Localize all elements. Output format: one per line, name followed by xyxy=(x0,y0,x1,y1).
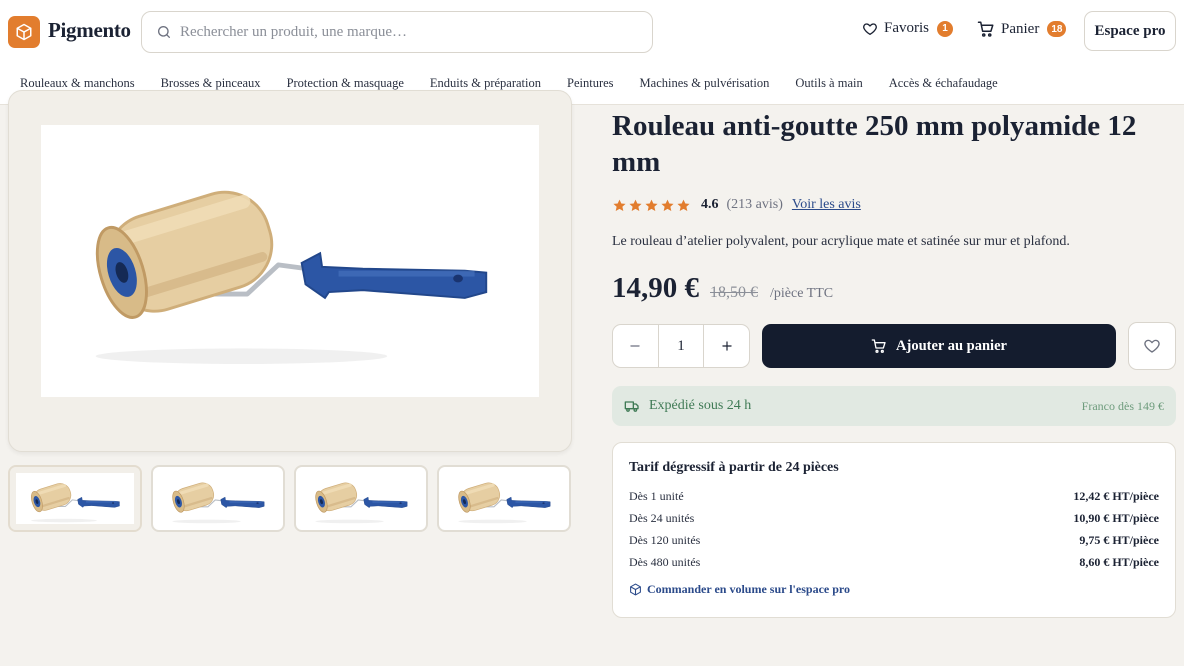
pro-space-button[interactable]: Espace pro xyxy=(1084,11,1176,51)
cart-label: Panier xyxy=(1001,20,1040,37)
current-price: 14,90 € xyxy=(612,272,699,304)
thumbnail-4[interactable] xyxy=(437,465,571,532)
tier-label: Dès 1 unité xyxy=(629,489,684,503)
truck-icon xyxy=(624,398,640,414)
brand-name[interactable]: Pigmento xyxy=(48,18,131,43)
shipping-banner: Expédié sous 24 h Franco dès 149 € xyxy=(612,386,1176,426)
brand-logo[interactable] xyxy=(8,16,40,48)
star-icon xyxy=(628,198,643,213)
favorites-count-badge: 1 xyxy=(937,20,953,37)
increase-quantity-button[interactable] xyxy=(704,325,749,367)
free-shipping-threshold: Franco dès 149 € xyxy=(1081,398,1164,413)
add-to-cart-button[interactable]: Ajouter au panier xyxy=(762,324,1116,368)
minus-icon xyxy=(628,339,642,353)
thumbnail-2[interactable] xyxy=(151,465,285,532)
product-title: Rouleau anti-goutte 250 mm polyamide 12 … xyxy=(612,110,1137,178)
volume-pricing-title: Tarif dégressif à partir de 24 pièces xyxy=(629,460,839,475)
tier-price: 8,60 € HT/pièce xyxy=(1079,555,1159,569)
cart-button[interactable]: Panier 18 xyxy=(977,20,1067,38)
old-price: 18,50 € xyxy=(710,284,758,301)
rating-score: 4.6 xyxy=(701,197,719,212)
tier-price: 12,42 € HT/pièce xyxy=(1073,489,1159,503)
thumbnail-1[interactable] xyxy=(8,465,142,532)
star-icon xyxy=(660,198,675,213)
nav-item-brosses[interactable]: Brosses & pinceaux xyxy=(161,76,261,91)
star-icon xyxy=(612,198,627,213)
rating-stars xyxy=(612,198,692,213)
pro-volume-order-label: Commander en volume sur l'espace pro xyxy=(647,582,850,596)
tier-row: Dès 1 unité 12,42 € HT/pièce xyxy=(629,489,1159,511)
heart-icon xyxy=(862,21,878,37)
box-icon xyxy=(15,23,33,41)
search-icon xyxy=(156,24,172,40)
star-icon xyxy=(676,198,691,213)
nav-item-rouleaux[interactable]: Rouleaux & manchons xyxy=(20,76,135,91)
tier-price: 10,90 € HT/pièce xyxy=(1073,511,1159,525)
tier-row: Dès 120 unités 9,75 € HT/pièce xyxy=(629,533,1159,555)
nav-item-peintures[interactable]: Peintures xyxy=(567,76,614,91)
tier-label: Dès 24 unités xyxy=(629,511,695,525)
cart-icon xyxy=(871,338,887,354)
star-icon xyxy=(644,198,659,213)
plus-icon xyxy=(720,339,734,353)
search-bar[interactable] xyxy=(141,11,653,53)
tier-label: Dès 480 unités xyxy=(629,555,701,569)
quantity-stepper: 1 xyxy=(612,324,750,368)
nav-item-enduits[interactable]: Enduits & préparation xyxy=(430,76,541,91)
favorites-button[interactable]: Favoris 1 xyxy=(862,20,953,37)
tier-row: Dès 480 unités 8,60 € HT/pièce xyxy=(629,555,1159,577)
heart-icon xyxy=(1143,337,1161,355)
nav-item-outils[interactable]: Outils à main xyxy=(795,76,862,91)
tier-row: Dès 24 unités 10,90 € HT/pièce xyxy=(629,511,1159,533)
add-to-cart-label: Ajouter au panier xyxy=(896,337,1007,354)
thumbnail-3[interactable] xyxy=(294,465,428,532)
category-nav: Rouleaux & manchons Brosses & pinceaux P… xyxy=(20,76,1024,91)
decrease-quantity-button[interactable] xyxy=(613,325,658,367)
quantity-value[interactable]: 1 xyxy=(657,325,705,367)
reviews-count: (213 avis) xyxy=(726,197,783,212)
volume-pricing-card: Tarif dégressif à partir de 24 pièces Dè… xyxy=(612,442,1176,618)
price-block: 14,90 € 18,50 € /pièce TTC xyxy=(612,272,833,305)
product-main-image[interactable] xyxy=(8,90,572,452)
search-input[interactable] xyxy=(180,23,620,41)
favorites-label: Favoris xyxy=(884,20,929,36)
product-description: Le rouleau d’atelier polyvalent, pour ac… xyxy=(612,234,1070,249)
tier-price: 9,75 € HT/pièce xyxy=(1079,533,1159,547)
cart-icon xyxy=(977,20,995,38)
product-photo xyxy=(41,125,539,397)
reviews-link[interactable]: Voir les avis xyxy=(792,197,861,213)
product-rating: 4.6 (213 avis) Voir les avis xyxy=(612,197,861,213)
nav-item-machines[interactable]: Machines & pulvérisation xyxy=(640,76,770,91)
package-icon xyxy=(629,583,642,596)
price-unit: /pièce TTC xyxy=(770,286,834,301)
pro-volume-order-link[interactable]: Commander en volume sur l'espace pro xyxy=(629,582,1159,597)
tier-label: Dès 120 unités xyxy=(629,533,701,547)
add-to-favorites-button[interactable] xyxy=(1128,322,1176,370)
nav-item-protection[interactable]: Protection & masquage xyxy=(287,76,404,91)
shipping-text: Expédié sous 24 h xyxy=(649,398,752,413)
cart-count-badge: 18 xyxy=(1047,21,1067,37)
nav-item-acces[interactable]: Accès & échafaudage xyxy=(889,76,998,91)
